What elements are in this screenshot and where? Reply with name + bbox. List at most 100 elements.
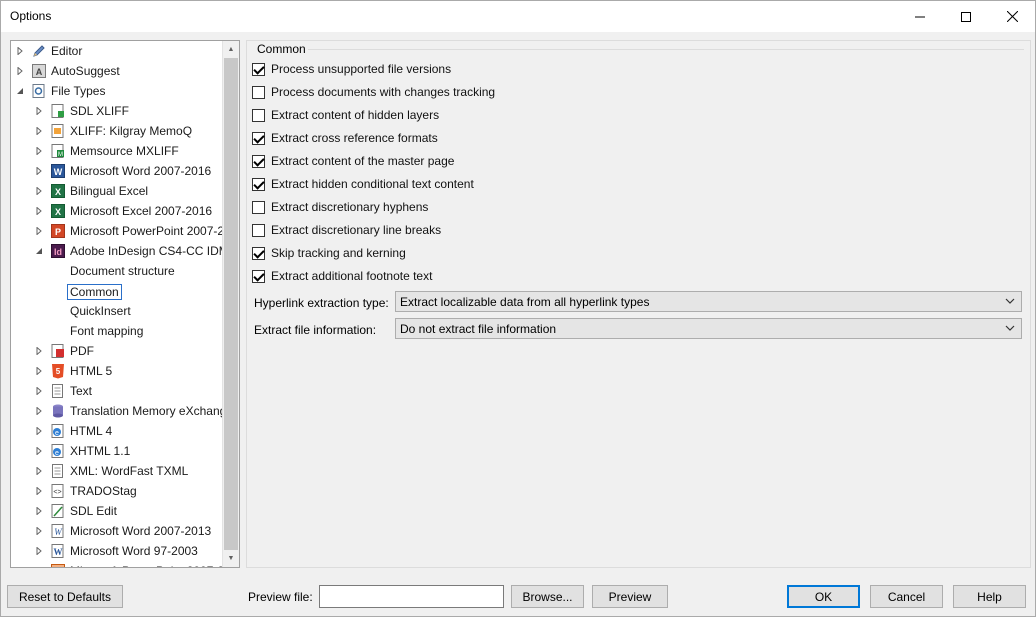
expand-arrow-icon[interactable] <box>34 406 44 416</box>
tree-item[interactable]: SDL Edit <box>11 501 223 521</box>
collapse-arrow-icon[interactable] <box>15 86 25 96</box>
tree-item[interactable]: File Types <box>11 81 223 101</box>
tree-item[interactable]: PDF <box>11 341 223 361</box>
expand-arrow-icon[interactable] <box>34 466 44 476</box>
tree-item[interactable]: 5 HTML 5 <box>11 361 223 381</box>
close-button[interactable] <box>989 1 1035 32</box>
tree-item[interactable]: P Microsoft PowerPoint 2007-20 <box>11 561 231 567</box>
tree-item-label: Font mapping <box>70 324 144 338</box>
tree-item-label: Common <box>67 284 122 300</box>
tree-item[interactable]: Document structure <box>11 261 223 281</box>
option-checkbox[interactable] <box>252 246 265 260</box>
preview-button[interactable]: Preview <box>592 585 668 608</box>
expand-arrow-icon[interactable] <box>34 386 44 396</box>
expand-arrow-icon[interactable] <box>34 546 44 556</box>
tree-item-label: XLIFF: Kilgray MemoQ <box>70 124 193 138</box>
tree-item[interactable]: SDL XLIFF <box>11 101 223 121</box>
tree-item-label: HTML 5 <box>70 364 113 378</box>
expand-arrow-icon[interactable] <box>15 66 25 76</box>
help-button[interactable]: Help <box>953 585 1026 608</box>
option-row[interactable]: Extract cross reference formats <box>252 129 438 147</box>
expand-arrow-icon[interactable] <box>34 506 44 516</box>
tree-item[interactable]: X Bilingual Excel <box>11 181 223 201</box>
tree-item[interactable]: A AutoSuggest <box>11 61 223 81</box>
option-row[interactable]: Extract hidden conditional text content <box>252 175 474 193</box>
option-row[interactable]: Extract content of the master page <box>252 152 454 170</box>
file-information-value: Do not extract file information <box>400 321 557 336</box>
memoq-icon <box>50 123 66 139</box>
option-label: Extract cross reference formats <box>271 131 438 145</box>
title-bar: Options <box>1 1 1035 32</box>
tree-item[interactable]: XLIFF: Kilgray MemoQ <box>11 121 223 141</box>
expand-arrow-icon[interactable] <box>34 346 44 356</box>
preview-file-input[interactable] <box>319 585 504 608</box>
browse-button[interactable]: Browse... <box>511 585 584 608</box>
option-checkbox[interactable] <box>252 269 265 283</box>
scroll-thumb[interactable] <box>224 58 238 550</box>
expand-arrow-icon[interactable] <box>34 106 44 116</box>
tree-item[interactable]: Text <box>11 381 223 401</box>
option-row[interactable]: Extract discretionary line breaks <box>252 221 441 239</box>
option-label: Skip tracking and kerning <box>271 246 406 260</box>
options-tree[interactable]: Editor A AutoSuggest File Types SDL XLIFF XLI… <box>10 40 240 568</box>
option-checkbox[interactable] <box>252 108 265 122</box>
tree-scrollbar[interactable]: ▲ ▼ <box>222 41 239 567</box>
tree-item[interactable]: P Microsoft PowerPoint 2007-20 <box>11 221 231 241</box>
hyperlink-extraction-select[interactable]: Extract localizable data from all hyperl… <box>395 291 1022 312</box>
file-information-select[interactable]: Do not extract file information <box>395 318 1022 339</box>
minimize-button[interactable] <box>897 1 943 32</box>
expand-arrow-icon[interactable] <box>34 206 44 216</box>
option-checkbox[interactable] <box>252 177 265 191</box>
option-row[interactable]: Skip tracking and kerning <box>252 244 406 262</box>
cancel-button[interactable]: Cancel <box>870 585 943 608</box>
panel-splitter[interactable] <box>242 40 245 568</box>
expand-arrow-icon[interactable] <box>34 426 44 436</box>
collapse-arrow-icon[interactable] <box>34 246 44 256</box>
tree-item[interactable]: <> TRADOStag <box>11 481 223 501</box>
expand-arrow-icon[interactable] <box>34 486 44 496</box>
expand-arrow-icon[interactable] <box>34 226 44 236</box>
tree-item[interactable]: W Microsoft Word 2007-2016 <box>11 161 223 181</box>
indesign-icon: Id <box>50 243 66 259</box>
expand-arrow-icon[interactable] <box>34 166 44 176</box>
expand-arrow-icon[interactable] <box>34 126 44 136</box>
tree-item[interactable]: e HTML 4 <box>11 421 223 441</box>
expand-arrow-icon[interactable] <box>34 146 44 156</box>
html4-icon: e <box>50 423 66 439</box>
option-checkbox[interactable] <box>252 62 265 76</box>
expand-arrow-icon[interactable] <box>34 566 44 567</box>
option-row[interactable]: Process documents with changes tracking <box>252 83 495 101</box>
tree-item[interactable]: W Microsoft Word 2007-2013 <box>11 521 223 541</box>
tree-item[interactable]: M Memsource MXLIFF <box>11 141 223 161</box>
tree-item[interactable]: Translation Memory eXchange <box>11 401 233 421</box>
option-row[interactable]: Extract discretionary hyphens <box>252 198 428 216</box>
option-checkbox[interactable] <box>252 223 265 237</box>
expand-arrow-icon[interactable] <box>34 366 44 376</box>
option-checkbox[interactable] <box>252 131 265 145</box>
expand-arrow-icon[interactable] <box>34 526 44 536</box>
tree-item[interactable]: Editor <box>11 41 223 61</box>
option-checkbox[interactable] <box>252 200 265 214</box>
option-checkbox[interactable] <box>252 154 265 168</box>
tree-item[interactable]: Font mapping <box>11 321 223 341</box>
tree-item[interactable]: e XHTML 1.1 <box>11 441 223 461</box>
tree-item[interactable]: W Microsoft Word 97-2003 <box>11 541 223 561</box>
maximize-button[interactable] <box>943 1 989 32</box>
tree-item[interactable]: XML: WordFast TXML <box>11 461 223 481</box>
scroll-down-arrow-icon[interactable]: ▼ <box>223 550 239 567</box>
expand-arrow-icon[interactable] <box>34 186 44 196</box>
option-row[interactable]: Process unsupported file versions <box>252 60 451 78</box>
option-row[interactable]: Extract content of hidden layers <box>252 106 439 124</box>
tree-item[interactable]: Id Adobe InDesign CS4-CC IDML <box>11 241 235 261</box>
scroll-up-arrow-icon[interactable]: ▲ <box>223 41 239 58</box>
expand-arrow-icon[interactable] <box>15 46 25 56</box>
reset-defaults-button[interactable]: Reset to Defaults <box>7 585 123 608</box>
tree-item[interactable]: X Microsoft Excel 2007-2016 <box>11 201 223 221</box>
expand-arrow-icon[interactable] <box>34 446 44 456</box>
tree-item[interactable]: QuickInsert <box>11 301 223 321</box>
word-icon: W <box>50 163 66 179</box>
tree-item[interactable]: Common <box>11 281 223 301</box>
ok-button[interactable]: OK <box>787 585 860 608</box>
option-row[interactable]: Extract additional footnote text <box>252 267 432 285</box>
option-checkbox[interactable] <box>252 85 265 99</box>
